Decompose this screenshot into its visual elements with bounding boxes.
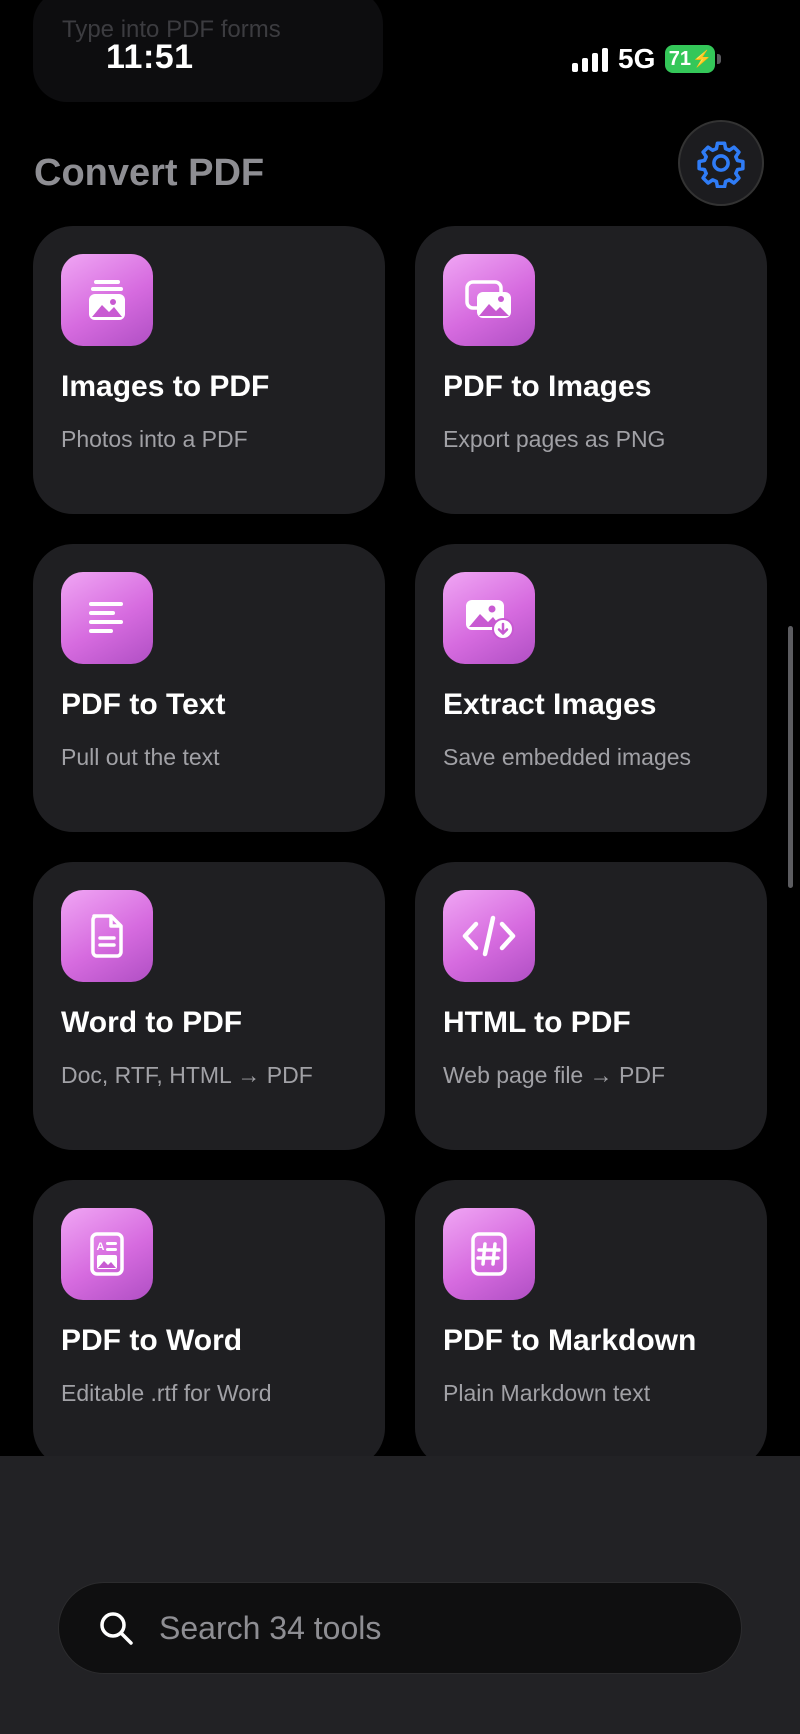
charging-bolt-icon: ⚡ <box>692 51 712 68</box>
search-icon <box>95 1607 137 1649</box>
search-input[interactable]: Search 34 tools <box>58 1582 742 1674</box>
card-subtitle: Editable .rtf for Word <box>61 1380 272 1406</box>
svg-text:A: A <box>97 1241 105 1253</box>
tool-card-pdf-to-images[interactable]: PDF to Images Export pages as PNG <box>415 226 767 514</box>
tool-card-images-to-pdf[interactable]: Images to PDF Photos into a PDF <box>33 226 385 514</box>
tool-card-pdf-to-markdown[interactable]: PDF to Markdown Plain Markdown text <box>415 1180 767 1468</box>
photo-stack-icon <box>443 254 535 346</box>
text-image-doc-icon: A <box>61 1208 153 1300</box>
card-title: PDF to Word <box>61 1324 243 1357</box>
card-subtitle: Pull out the text <box>61 744 220 770</box>
search-placeholder: Search 34 tools <box>159 1609 382 1646</box>
scroll-indicator[interactable] <box>788 626 793 888</box>
card-title: Word to PDF <box>61 1006 243 1039</box>
image-download-icon <box>443 572 535 664</box>
card-title: HTML to PDF <box>443 1006 631 1039</box>
tool-card-html-to-pdf[interactable]: HTML to PDF Web page file → PDF <box>415 862 767 1150</box>
cellular-signal-icon <box>572 46 608 72</box>
section-title: Convert PDF <box>34 152 265 194</box>
card-title: PDF to Markdown <box>443 1324 697 1357</box>
card-subtitle: Save embedded images <box>443 744 692 770</box>
tool-card-pdf-to-word[interactable]: A PDF to Word Editable .rtf for Word <box>33 1180 385 1468</box>
text-lines-icon <box>61 572 153 664</box>
status-indicators: 5G 71 ⚡ <box>572 43 722 74</box>
card-subtitle: Export pages as PNG <box>443 426 666 452</box>
battery-level: 71 <box>668 47 692 70</box>
card-title: PDF to Images <box>443 370 652 403</box>
card-title: Images to PDF <box>61 370 270 403</box>
tool-card-pdf-to-text[interactable]: PDF to Text Pull out the text <box>33 544 385 832</box>
gear-icon <box>697 141 745 188</box>
battery-icon: 71 ⚡ <box>665 45 722 73</box>
tool-card-extract-images[interactable]: Extract Images Save embedded images <box>415 544 767 832</box>
network-type: 5G <box>618 43 656 74</box>
card-subtitle: Photos into a PDF <box>61 426 248 452</box>
card-subtitle: Doc, RTF, HTML → PDF <box>61 1062 313 1088</box>
tool-card-word-to-pdf[interactable]: Word to PDF Doc, RTF, HTML → PDF <box>33 862 385 1150</box>
card-subtitle: Web page file → PDF <box>443 1062 666 1088</box>
status-time: 11:51 <box>106 38 194 76</box>
document-icon <box>61 890 153 982</box>
settings-button[interactable] <box>678 120 764 206</box>
hashtag-icon <box>443 1208 535 1300</box>
card-title: PDF to Text <box>61 688 226 721</box>
images-stack-icon <box>61 254 153 346</box>
card-subtitle: Plain Markdown text <box>443 1380 651 1406</box>
code-brackets-icon <box>443 890 535 982</box>
card-title: Extract Images <box>443 688 657 721</box>
